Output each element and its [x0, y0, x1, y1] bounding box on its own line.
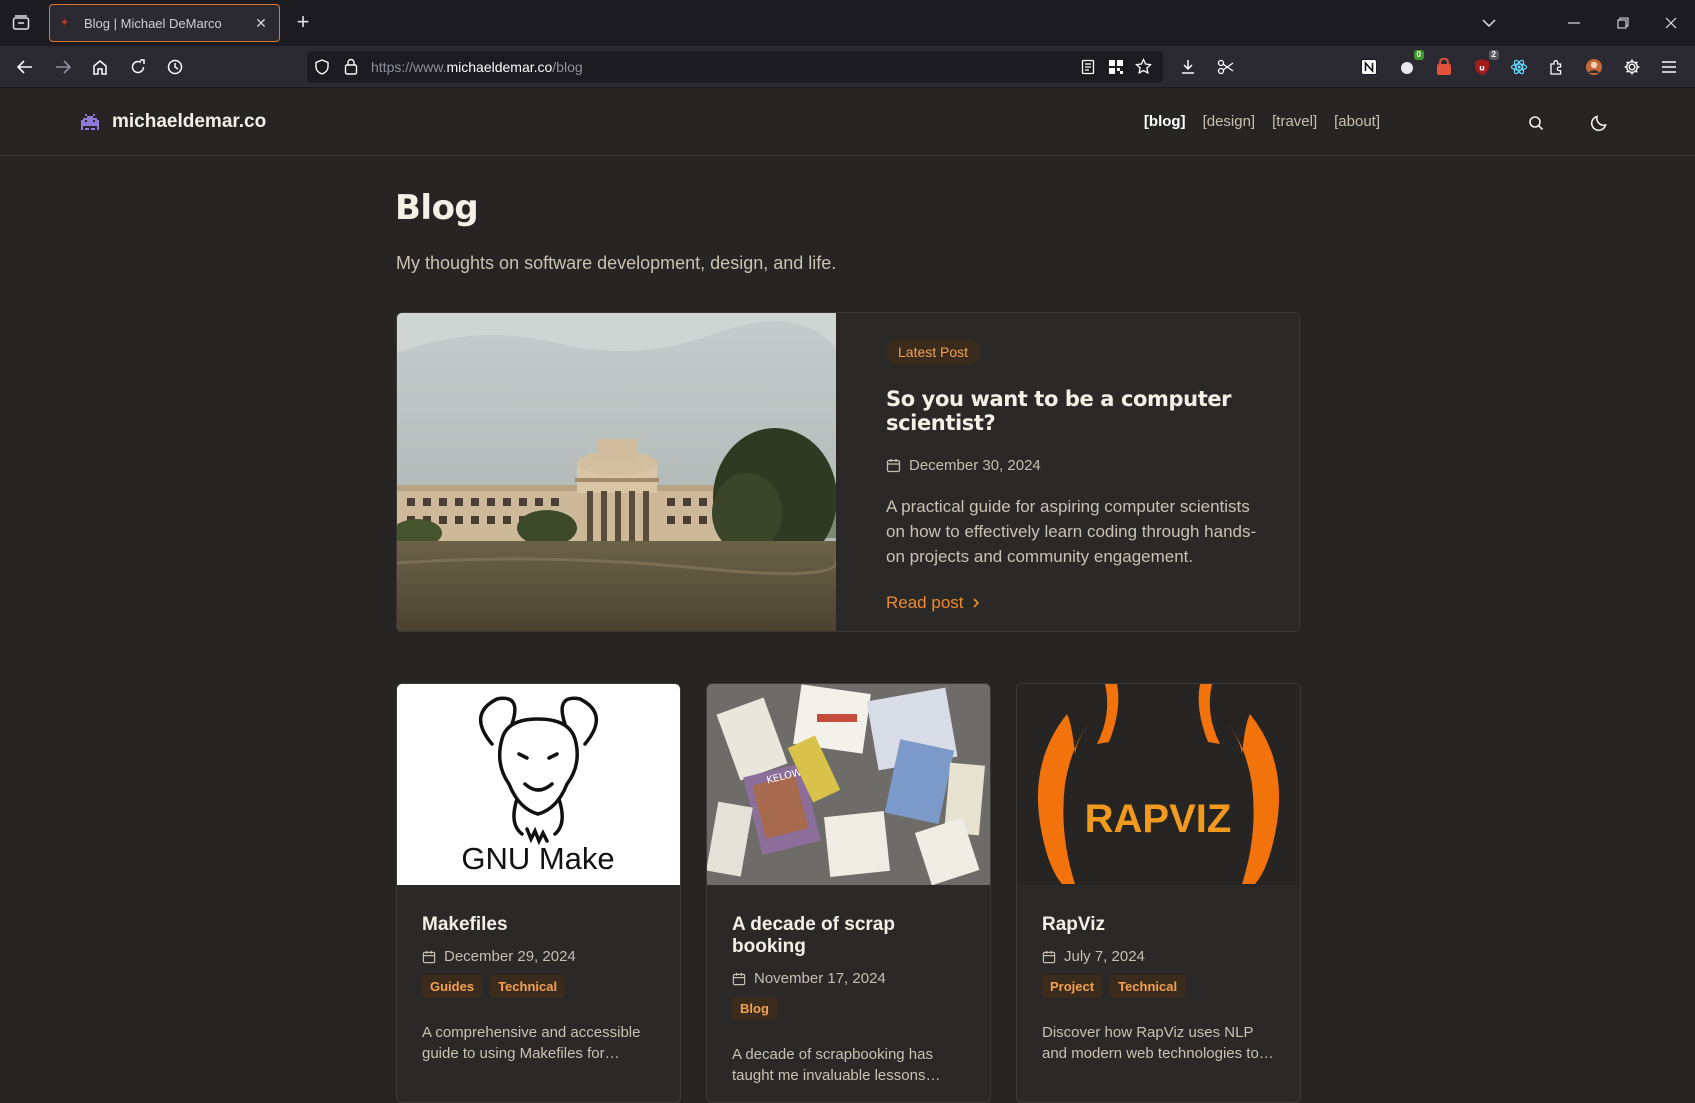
tag-guides[interactable]: Guides [422, 975, 483, 998]
back-arrow-icon[interactable] [12, 54, 38, 80]
tag-technical[interactable]: Technical [490, 975, 566, 998]
reader-view-icon[interactable] [1081, 59, 1095, 80]
url-host: michaeldemar.co [446, 59, 553, 75]
post-date-row: November 17, 2024 [732, 970, 972, 987]
read-post-label: Read post [886, 593, 964, 612]
post-title[interactable]: RapViz [1042, 914, 1282, 936]
post-card-body: Makefiles December 29, 2024 Guides Techn… [422, 914, 662, 1064]
featured-post-date: December 30, 2024 [909, 457, 1041, 474]
featured-post-image[interactable] [397, 313, 836, 631]
padlock-icon[interactable] [344, 58, 358, 80]
featured-post-date-row: December 30, 2024 [886, 457, 1266, 474]
post-card-rapviz[interactable]: RAPVIZ RapViz July 7, 2024 Project Techn… [1016, 683, 1301, 1103]
weather-extension-icon[interactable]: 0 [1394, 50, 1424, 80]
read-post-link[interactable]: Read post [886, 593, 1266, 613]
tag-blog[interactable]: Blog [732, 997, 777, 1020]
rapviz-image[interactable]: RAPVIZ [1017, 684, 1300, 885]
react-devtools-icon[interactable] [1506, 54, 1532, 80]
list-all-tabs-icon[interactable] [1476, 10, 1502, 36]
featured-post-body: Latest Post So you want to be a computer… [886, 339, 1266, 613]
reload-icon[interactable] [125, 54, 151, 80]
notion-extension-icon[interactable] [1356, 54, 1382, 80]
profile-avatar-icon[interactable] [1581, 54, 1607, 80]
restore-window-icon[interactable] [1610, 10, 1636, 36]
site-nav: [blog] [design] [travel] [about] [1144, 113, 1380, 130]
new-tab-icon[interactable]: + [290, 10, 316, 36]
url-bar[interactable]: https://www.michaeldemar.co/blog [307, 51, 1163, 83]
site-favicon-icon: ✦ [60, 17, 70, 29]
password-manager-extension-icon[interactable] [1431, 54, 1457, 80]
scrapbooking-image[interactable]: KELOWNA [707, 684, 990, 885]
calendar-icon [886, 459, 901, 473]
home-icon[interactable] [87, 54, 113, 80]
post-date-row: July 7, 2024 [1042, 948, 1282, 965]
post-date: November 17, 2024 [754, 970, 886, 987]
minimize-window-icon[interactable] [1561, 10, 1587, 36]
url-text[interactable]: https://www.michaeldemar.co/blog [371, 59, 583, 75]
tag-technical[interactable]: Technical [1110, 975, 1186, 998]
tab-list-icon[interactable] [8, 10, 34, 36]
tab-title: Blog | Michael DeMarco [84, 15, 222, 31]
calendar-icon [422, 950, 436, 963]
latest-post-badge: Latest Post [886, 339, 981, 365]
nav-link-travel[interactable]: [travel] [1272, 113, 1317, 130]
tracking-shield-icon[interactable] [315, 59, 329, 80]
calendar-icon [732, 972, 746, 985]
rapviz-logo-text: RAPVIZ [1085, 797, 1232, 841]
tag-project[interactable]: Project [1042, 975, 1103, 998]
gnu-make-image[interactable]: GNU Make [397, 684, 680, 885]
qr-code-icon[interactable] [1108, 59, 1124, 80]
browser-toolbar: https://www.michaeldemar.co/blog 0 u 2 [0, 46, 1695, 88]
gnu-make-logo-text: GNU Make [461, 841, 614, 876]
post-tags: Guides Technical [422, 975, 662, 998]
forward-arrow-icon[interactable] [50, 54, 76, 80]
post-description: A comprehensive and accessible guide to … [422, 1024, 641, 1062]
browser-tab-bar: ✦ Blog | Michael DeMarco ✕ + [0, 0, 1695, 46]
post-title[interactable]: A decade of scrap booking [732, 914, 972, 958]
post-date: December 29, 2024 [444, 948, 576, 965]
featured-post-title[interactable]: So you want to be a computer scientist? [886, 387, 1266, 435]
post-card-scrapbooking[interactable]: KELOWNA A decade of scrap booking Novemb… [706, 683, 991, 1103]
svg-text:u: u [1479, 64, 1485, 73]
site-header: michaeldemar.co [blog] [design] [travel]… [0, 89, 1695, 156]
post-card-body: A decade of scrap booking November 17, 2… [732, 914, 972, 1086]
nav-link-blog[interactable]: [blog] [1144, 113, 1186, 130]
calendar-icon [1042, 950, 1056, 963]
downloads-icon[interactable] [1175, 54, 1201, 80]
close-window-icon[interactable] [1658, 10, 1684, 36]
nav-link-design[interactable]: [design] [1203, 113, 1256, 130]
chevron-right-icon [972, 598, 979, 608]
post-card-body: RapViz July 7, 2024 Project Technical Di… [1042, 914, 1282, 1064]
ublock-badge: 2 [1488, 50, 1499, 60]
post-tags: Project Technical [1042, 975, 1282, 998]
featured-post-description: A practical guide for aspiring computer … [886, 497, 1257, 566]
featured-post-card[interactable]: Latest Post So you want to be a computer… [396, 312, 1300, 632]
dark-mode-moon-icon[interactable] [1587, 111, 1611, 135]
extensions-puzzle-icon[interactable] [1544, 54, 1570, 80]
post-date: July 7, 2024 [1064, 948, 1145, 965]
url-path: /blog [552, 59, 583, 75]
page-title: Blog [395, 188, 479, 228]
url-prefix: https://www. [371, 59, 447, 75]
post-date-row: December 29, 2024 [422, 948, 662, 965]
weather-badge: 0 [1413, 50, 1424, 60]
post-tags: Blog [732, 997, 972, 1020]
page-subtitle: My thoughts on software development, des… [396, 253, 837, 273]
search-icon[interactable] [1524, 111, 1548, 135]
post-description: Discover how RapViz uses NLP and modern … [1042, 1024, 1274, 1062]
post-card-makefiles[interactable]: GNU Make Makefiles December 29, 2024 Gui… [396, 683, 681, 1103]
close-tab-icon[interactable]: ✕ [253, 15, 269, 32]
screenshot-scissors-icon[interactable] [1213, 54, 1239, 80]
settings-gear-icon[interactable] [1619, 54, 1645, 80]
space-invader-logo-icon[interactable] [78, 112, 102, 134]
hamburger-menu-icon[interactable] [1656, 54, 1682, 80]
nav-link-about[interactable]: [about] [1334, 113, 1380, 130]
post-title[interactable]: Makefiles [422, 914, 662, 936]
history-clock-icon[interactable] [162, 54, 188, 80]
site-name[interactable]: michaeldemar.co [112, 111, 266, 133]
bookmark-star-icon[interactable] [1135, 57, 1152, 80]
ublock-extension-icon[interactable]: u 2 [1469, 50, 1499, 80]
browser-tab-active[interactable]: ✦ Blog | Michael DeMarco ✕ [49, 4, 280, 42]
